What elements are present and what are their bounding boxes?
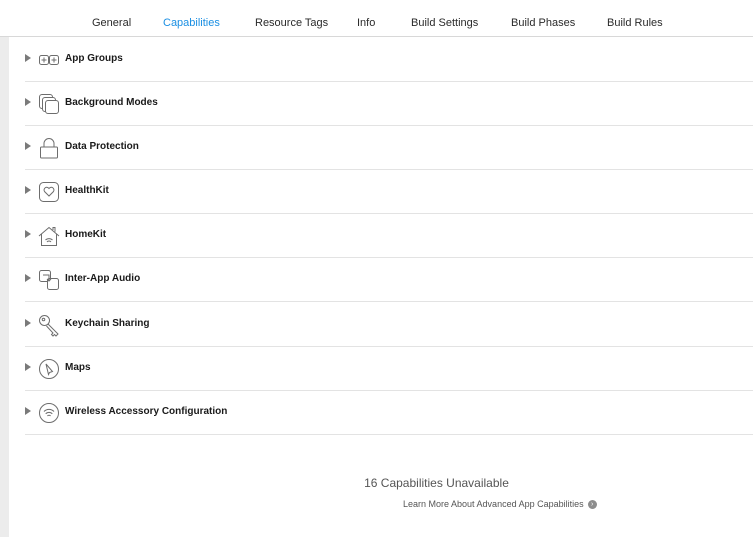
learn-more-text[interactable]: Learn More About Advanced App Capabiliti… [403,499,584,509]
capability-label: HealthKit [65,185,109,196]
inter-app-audio-icon [37,268,61,292]
tab-build-phases[interactable]: Build Phases [511,17,575,29]
tab-bar: General Capabilities Resource Tags Info … [0,0,753,37]
tab-build-rules[interactable]: Build Rules [607,17,663,29]
tab-resource-tags[interactable]: Resource Tags [255,17,328,29]
capability-row-inter-app-audio[interactable]: Inter-App Audio [25,258,753,302]
capability-row-maps[interactable]: Maps [25,347,753,391]
capability-label: HomeKit [65,229,107,240]
disclosure-triangle-icon[interactable] [25,407,31,415]
arrow-circle-icon[interactable]: › [587,500,597,510]
capability-row-homekit[interactable]: HomeKit [25,214,753,258]
capability-label: Background Modes [65,97,158,108]
disclosure-triangle-icon[interactable] [25,274,31,282]
key-icon [37,313,61,337]
capability-row-keychain-sharing[interactable]: Keychain Sharing [25,303,753,347]
sidebar-strip [0,37,9,537]
background-modes-icon [37,92,61,116]
capability-label: App Groups [65,53,123,64]
capability-label: Data Protection [65,141,139,152]
lock-icon [37,136,61,160]
disclosure-triangle-icon[interactable] [25,363,31,371]
tab-general[interactable]: General [92,17,131,29]
tab-info[interactable]: Info [357,17,375,29]
compass-icon [37,357,61,381]
capability-label: Maps [65,362,91,373]
capability-label: Keychain Sharing [65,318,150,329]
house-icon [37,224,61,248]
tab-capabilities[interactable]: Capabilities [163,17,220,29]
capabilities-unavailable-text: 16 Capabilities Unavailable [364,476,509,490]
disclosure-triangle-icon[interactable] [25,230,31,238]
capability-label: Inter-App Audio [65,273,141,284]
disclosure-triangle-icon[interactable] [25,142,31,150]
capability-label: Wireless Accessory Configuration [65,406,228,417]
heart-icon [37,180,61,204]
capability-row-data-protection[interactable]: Data Protection [25,126,753,170]
capability-row-background-modes[interactable]: Background Modes [25,82,753,126]
capability-row-healthkit[interactable]: HealthKit [25,170,753,214]
capability-row-wireless-accessory[interactable]: Wireless Accessory Configuration [25,391,753,435]
wireless-icon [37,401,61,425]
disclosure-triangle-icon[interactable] [25,186,31,194]
disclosure-triangle-icon[interactable] [25,98,31,106]
disclosure-triangle-icon[interactable] [25,54,31,62]
learn-more-link[interactable]: Learn More About Advanced App Capabiliti… [403,499,597,510]
disclosure-triangle-icon[interactable] [25,319,31,327]
tab-build-settings[interactable]: Build Settings [411,17,478,29]
capabilities-unavailable-title: 16 Capabilities Unavailable [0,476,753,490]
capability-row-app-groups[interactable]: App Groups [25,38,753,82]
app-groups-icon [37,48,61,72]
